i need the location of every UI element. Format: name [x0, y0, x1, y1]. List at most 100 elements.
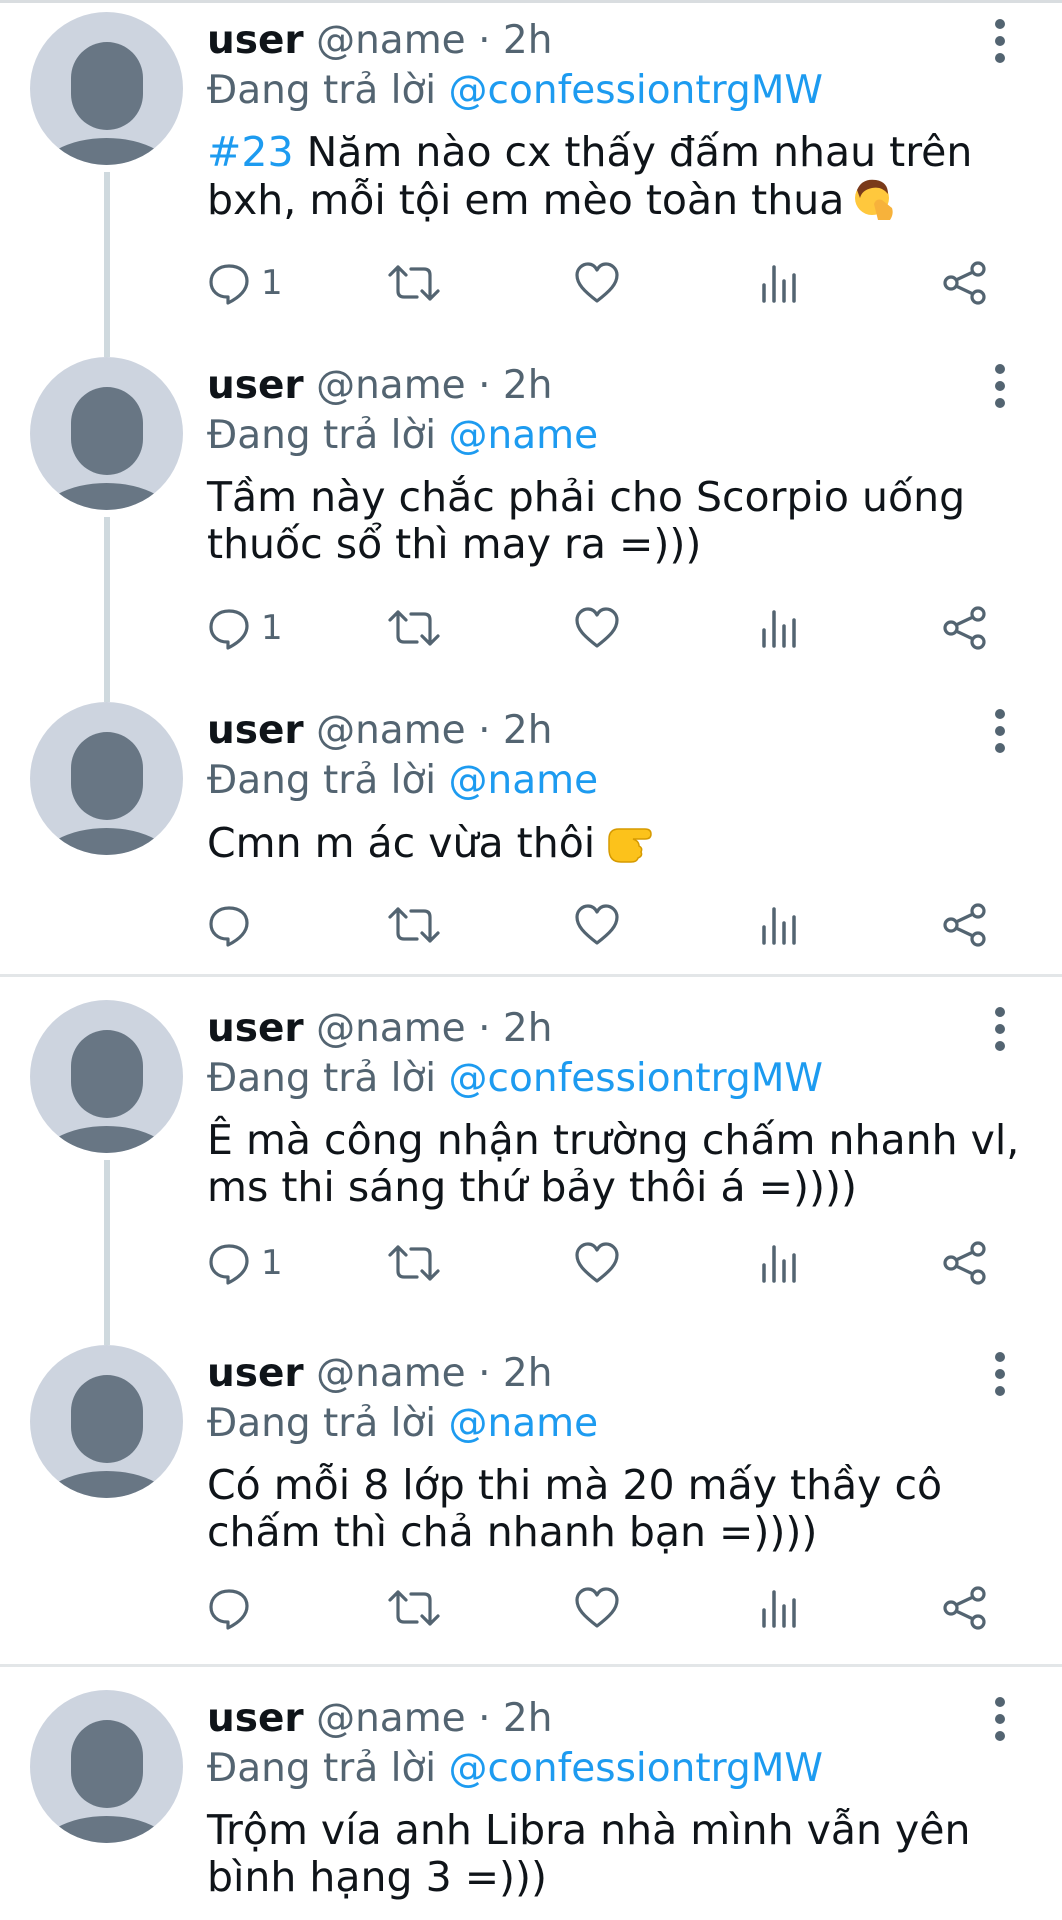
- reply-prefix: Đang trả lời: [207, 758, 449, 803]
- tweet-body: Cmn m ác vừa thôi: [207, 819, 596, 867]
- like-button[interactable]: [574, 603, 620, 653]
- retweet-button[interactable]: [387, 900, 441, 950]
- reply-context: Đang trả lời @name: [207, 1399, 598, 1449]
- views-button[interactable]: [760, 603, 800, 653]
- action-bar: [207, 900, 1007, 950]
- retweet-icon: [388, 265, 440, 301]
- reply-mention[interactable]: @confessiontrgMW: [449, 1056, 823, 1101]
- more-options-icon[interactable]: [988, 708, 1012, 754]
- reply-icon: [209, 1589, 249, 1630]
- reply-mention[interactable]: @name: [449, 413, 599, 458]
- timestamp[interactable]: 2h: [503, 1351, 553, 1396]
- tweet[interactable]: user @name · 2h Đang trả lời @confession…: [0, 0, 1062, 345]
- tweet-text: Tầm này chắc phải cho Scorpio uống thuốc…: [207, 473, 966, 568]
- more-options-icon[interactable]: [988, 18, 1012, 64]
- more-options-icon[interactable]: [988, 1006, 1012, 1052]
- user-handle[interactable]: @name: [316, 1351, 466, 1396]
- retweet-icon: [388, 907, 440, 943]
- reply-mention[interactable]: @name: [449, 758, 599, 803]
- reply-mention[interactable]: @confessiontrgMW: [449, 68, 823, 113]
- user-name[interactable]: user: [207, 1351, 304, 1396]
- avatar[interactable]: [30, 1690, 183, 1843]
- avatar[interactable]: [30, 702, 183, 855]
- like-button[interactable]: [574, 1238, 620, 1288]
- user-handle[interactable]: @name: [316, 1006, 466, 1051]
- reply-prefix: Đang trả lời: [207, 1746, 449, 1791]
- face-palm-icon: [852, 176, 896, 230]
- retweet-button[interactable]: [387, 603, 441, 653]
- reply-prefix: Đang trả lời: [207, 68, 449, 113]
- share-button[interactable]: [942, 1238, 988, 1288]
- heart-icon: [575, 1242, 619, 1283]
- timestamp[interactable]: 2h: [503, 1696, 553, 1741]
- timestamp[interactable]: 2h: [503, 363, 553, 408]
- user-name[interactable]: user: [207, 1006, 304, 1051]
- reply-icon: [209, 1244, 249, 1285]
- views-button[interactable]: [760, 900, 800, 950]
- avatar[interactable]: [30, 12, 183, 165]
- separator-dot: ·: [478, 708, 491, 753]
- like-button[interactable]: [574, 1583, 620, 1633]
- user-name[interactable]: user: [207, 708, 304, 753]
- tweet[interactable]: user @name · 2h Đang trả lời @name Có mỗ…: [0, 1333, 1062, 1663]
- thread-divider: [0, 1664, 1062, 1667]
- share-button[interactable]: [942, 258, 988, 308]
- user-name[interactable]: user: [207, 363, 304, 408]
- views-chart-icon: [762, 1245, 796, 1283]
- avatar[interactable]: [30, 1000, 183, 1153]
- views-button[interactable]: [760, 1583, 800, 1633]
- tweet-text: #23 Năm nào cx thấy đấm nhau trên bxh, m…: [207, 129, 1037, 230]
- views-button[interactable]: [760, 1238, 800, 1288]
- tweet[interactable]: user @name · 2h Đang trả lời @name Tầm n…: [0, 345, 1062, 690]
- reply-prefix: Đang trả lời: [207, 1401, 449, 1446]
- avatar[interactable]: [30, 1345, 183, 1498]
- like-button[interactable]: [574, 258, 620, 308]
- user-handle[interactable]: @name: [316, 18, 466, 63]
- retweet-icon: [388, 1590, 440, 1626]
- reply-mention[interactable]: @confessiontrgMW: [449, 1746, 823, 1791]
- like-button[interactable]: [574, 900, 620, 950]
- reply-button[interactable]: 1: [207, 1238, 283, 1288]
- hashtag[interactable]: #23: [207, 128, 294, 176]
- timestamp[interactable]: 2h: [503, 708, 553, 753]
- action-bar: 1: [207, 258, 1007, 308]
- user-name[interactable]: user: [207, 1696, 304, 1741]
- user-handle[interactable]: @name: [316, 708, 466, 753]
- action-bar: 1: [207, 603, 1007, 653]
- tweet-text: Cmn m ác vừa thôi: [207, 819, 1037, 873]
- reply-button[interactable]: [207, 900, 261, 950]
- retweet-button[interactable]: [387, 1238, 441, 1288]
- reply-button[interactable]: 1: [207, 258, 283, 308]
- separator-dot: ·: [478, 363, 491, 408]
- reply-button[interactable]: [207, 1583, 261, 1633]
- thread-divider: [0, 974, 1062, 977]
- share-button[interactable]: [942, 603, 988, 653]
- more-options-icon[interactable]: [988, 1351, 1012, 1397]
- user-handle[interactable]: @name: [316, 1696, 466, 1741]
- reply-button[interactable]: 1: [207, 603, 283, 653]
- more-options-icon[interactable]: [988, 363, 1012, 409]
- views-chart-icon: [762, 907, 796, 945]
- avatar[interactable]: [30, 357, 183, 510]
- pointing-hand-icon: [603, 819, 653, 873]
- reply-prefix: Đang trả lời: [207, 1056, 449, 1101]
- reply-context: Đang trả lời @confessiontrgMW: [207, 66, 823, 116]
- more-options-icon[interactable]: [988, 1696, 1012, 1742]
- user-name[interactable]: user: [207, 18, 304, 63]
- views-button[interactable]: [760, 258, 800, 308]
- tweet[interactable]: user @name · 2h Đang trả lời @name Cmn m…: [0, 690, 1062, 975]
- retweet-button[interactable]: [387, 258, 441, 308]
- reply-count: 1: [261, 263, 283, 303]
- user-handle[interactable]: @name: [316, 363, 466, 408]
- tweet[interactable]: user @name · 2h Đang trả lời @confession…: [0, 988, 1062, 1333]
- timestamp[interactable]: 2h: [503, 1006, 553, 1051]
- reply-mention[interactable]: @name: [449, 1401, 599, 1446]
- reply-context: Đang trả lời @confessiontrgMW: [207, 1744, 823, 1794]
- reply-icon: [209, 906, 249, 947]
- retweet-button[interactable]: [387, 1583, 441, 1633]
- share-button[interactable]: [942, 1583, 988, 1633]
- share-button[interactable]: [942, 900, 988, 950]
- timestamp[interactable]: 2h: [503, 18, 553, 63]
- separator-dot: ·: [478, 1351, 491, 1396]
- tweet[interactable]: user @name · 2h Đang trả lời @confession…: [0, 1678, 1062, 1920]
